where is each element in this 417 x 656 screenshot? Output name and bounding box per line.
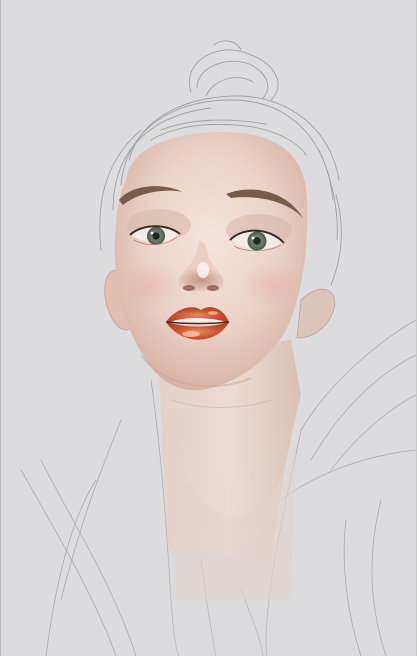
portrait-artwork: [20, 40, 416, 656]
painting-canvas: [0, 0, 417, 656]
right-ear: [296, 288, 336, 339]
